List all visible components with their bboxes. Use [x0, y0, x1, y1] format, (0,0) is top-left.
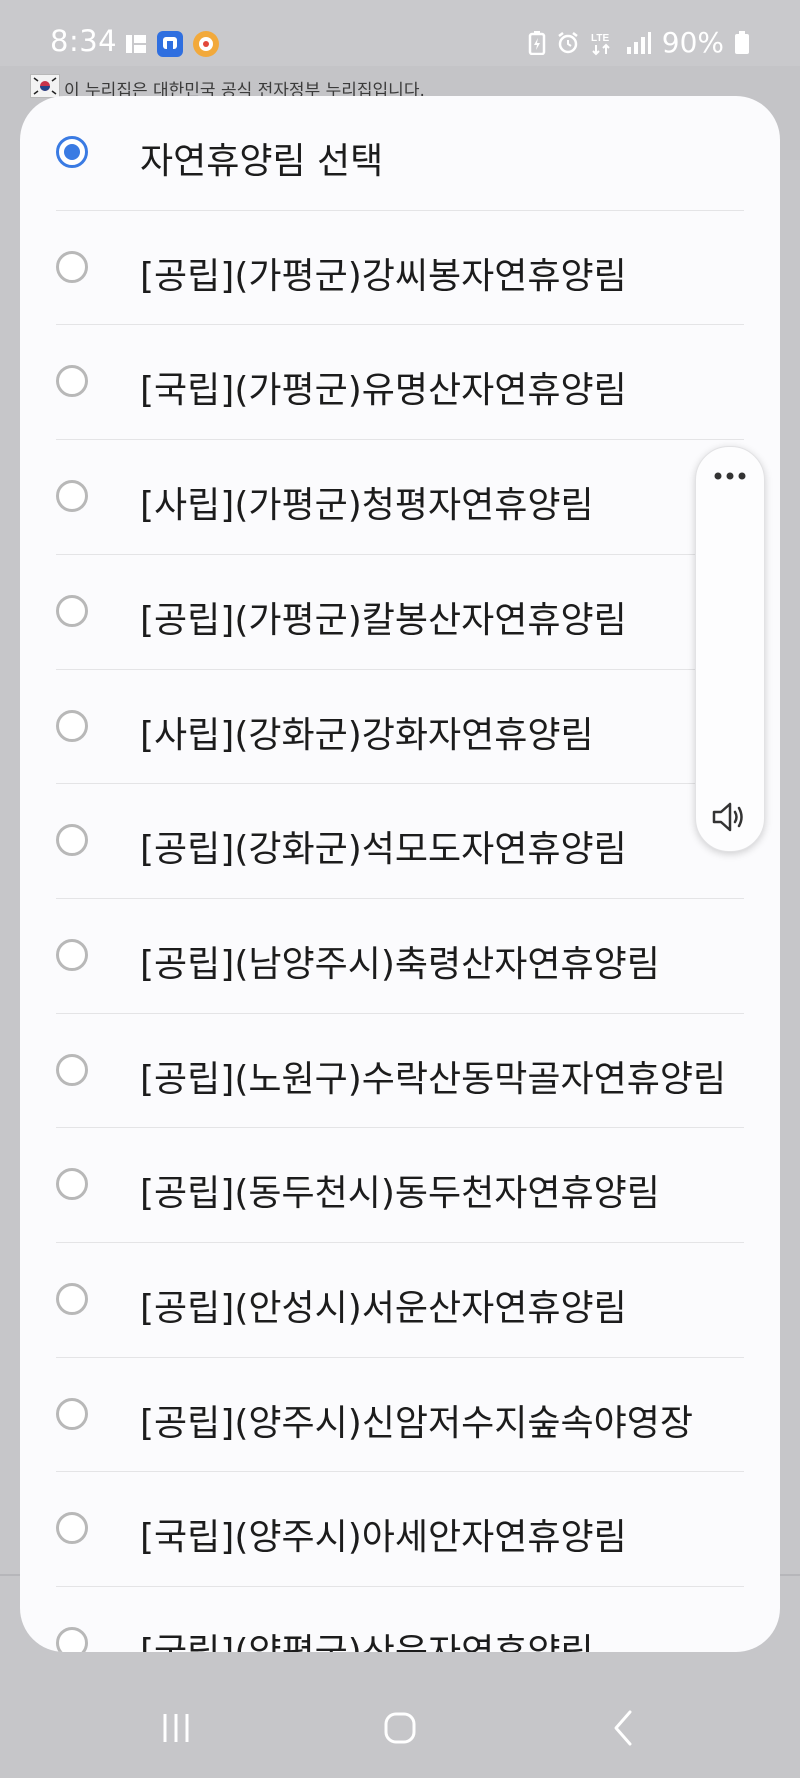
radio-selected-icon[interactable]: [56, 136, 88, 168]
option-label: [국립](양주시)아세안자연휴양림: [140, 1517, 627, 1559]
status-time: 8:34: [50, 24, 118, 58]
korea-flag-icon: [30, 74, 60, 98]
volume-icon[interactable]: [710, 799, 750, 835]
option-label: [국립](가평군)유명산자연휴양림: [140, 370, 627, 412]
option-item[interactable]: [공립](안성시)서운산자연휴양림: [20, 1243, 780, 1358]
option-item[interactable]: [사립](강화군)강화자연휴양림: [20, 670, 780, 785]
option-item[interactable]: [공립](가평군)강씨봉자연휴양림: [20, 211, 780, 326]
radio-unselected-icon[interactable]: [56, 250, 88, 283]
more-options-icon[interactable]: [710, 469, 750, 483]
svg-text:LTE: LTE: [591, 33, 609, 44]
radio-unselected-icon[interactable]: [56, 1168, 88, 1201]
screen: 8:34 LTE 90% 이 누리집은 대한민국 공식 전자정부 누리집입니다.…: [0, 0, 800, 1778]
status-bar: 8:34 LTE 90%: [0, 0, 800, 66]
battery-saver-icon: [528, 30, 546, 55]
option-label: [사립](강화군)강화자연휴양림: [140, 714, 594, 756]
option-item[interactable]: [국립](양주시)아세안자연휴양림: [20, 1472, 780, 1587]
lte-signal-icon: LTE: [591, 33, 610, 55]
app-notification-icon: [157, 31, 183, 57]
option-item[interactable]: 자연휴양림 선택: [20, 96, 780, 211]
option-label: [공립](남양주시)축령산자연휴양림: [140, 943, 660, 985]
option-label: [공립](강화군)석모도자연휴양림: [140, 829, 627, 871]
floating-side-panel[interactable]: [695, 446, 765, 852]
game-notification-icon: [193, 31, 219, 57]
option-label: [공립](노원구)수락산동막골자연휴양림: [140, 1058, 727, 1100]
option-label: [공립](양주시)신암저수지숲속야영장: [140, 1402, 693, 1444]
option-item[interactable]: [국립](양평군)산음자연휴양림: [20, 1587, 780, 1652]
option-label: [국립](양평군)산음자연휴양림: [140, 1623, 594, 1652]
select-dialog: 자연휴양림 선택 [공립](가평군)강씨봉자연휴양림 [국립](가평군)유명산자연휴…: [20, 96, 780, 1652]
option-item[interactable]: [공립](남양주시)축령산자연휴양림: [20, 899, 780, 1014]
option-item[interactable]: [공립](가평군)칼봉산자연휴양림: [20, 555, 780, 670]
back-icon[interactable]: [584, 1690, 664, 1770]
option-label: [공립](가평군)칼봉산자연휴양림: [140, 599, 627, 641]
battery-percent: 90%: [661, 26, 724, 59]
option-label: [공립](동두천시)동두천자연휴양림: [140, 1173, 660, 1215]
option-label: [공립](안성시)서운산자연휴양림: [140, 1288, 627, 1329]
radio-unselected-icon[interactable]: [56, 1053, 88, 1086]
cell-signal-icon: [626, 31, 651, 54]
radio-unselected-icon[interactable]: [56, 480, 88, 513]
option-item[interactable]: [국립](가평군)유명산자연휴양림: [20, 325, 780, 440]
radio-unselected-icon[interactable]: [56, 1627, 88, 1652]
home-icon[interactable]: [360, 1690, 440, 1770]
option-item[interactable]: [공립](동두천시)동두천자연휴양림: [20, 1128, 780, 1243]
radio-unselected-icon[interactable]: [56, 365, 88, 398]
option-item[interactable]: [공립](양주시)신암저수지숲속야영장: [20, 1358, 780, 1473]
option-label: [공립](가평군)강씨봉자연휴양림: [140, 255, 627, 297]
radio-unselected-icon[interactable]: [56, 1283, 88, 1315]
radio-unselected-icon[interactable]: [56, 594, 88, 627]
option-item[interactable]: [공립](노원구)수락산동막골자연휴양림: [20, 1014, 780, 1129]
navigation-bar: [0, 1690, 800, 1778]
notification-icons: [124, 30, 220, 58]
battery-icon: [735, 30, 749, 54]
radio-unselected-icon[interactable]: [56, 824, 88, 857]
radio-unselected-icon[interactable]: [56, 709, 88, 742]
gallery-notification-icon: [126, 35, 146, 53]
radio-unselected-icon[interactable]: [56, 938, 88, 971]
option-item[interactable]: [공립](강화군)석모도자연휴양림: [20, 784, 780, 899]
radio-unselected-icon[interactable]: [56, 1512, 88, 1545]
option-label: [사립](가평군)청평자연휴양림: [140, 485, 594, 527]
option-item[interactable]: [사립](가평군)청평자연휴양림: [20, 440, 780, 555]
system-status-icons: LTE 90%: [528, 26, 750, 59]
recent-apps-icon[interactable]: [136, 1690, 216, 1770]
option-label: 자연휴양림 선택: [140, 141, 384, 182]
radio-unselected-icon[interactable]: [56, 1397, 88, 1430]
alarm-icon: [558, 31, 578, 53]
